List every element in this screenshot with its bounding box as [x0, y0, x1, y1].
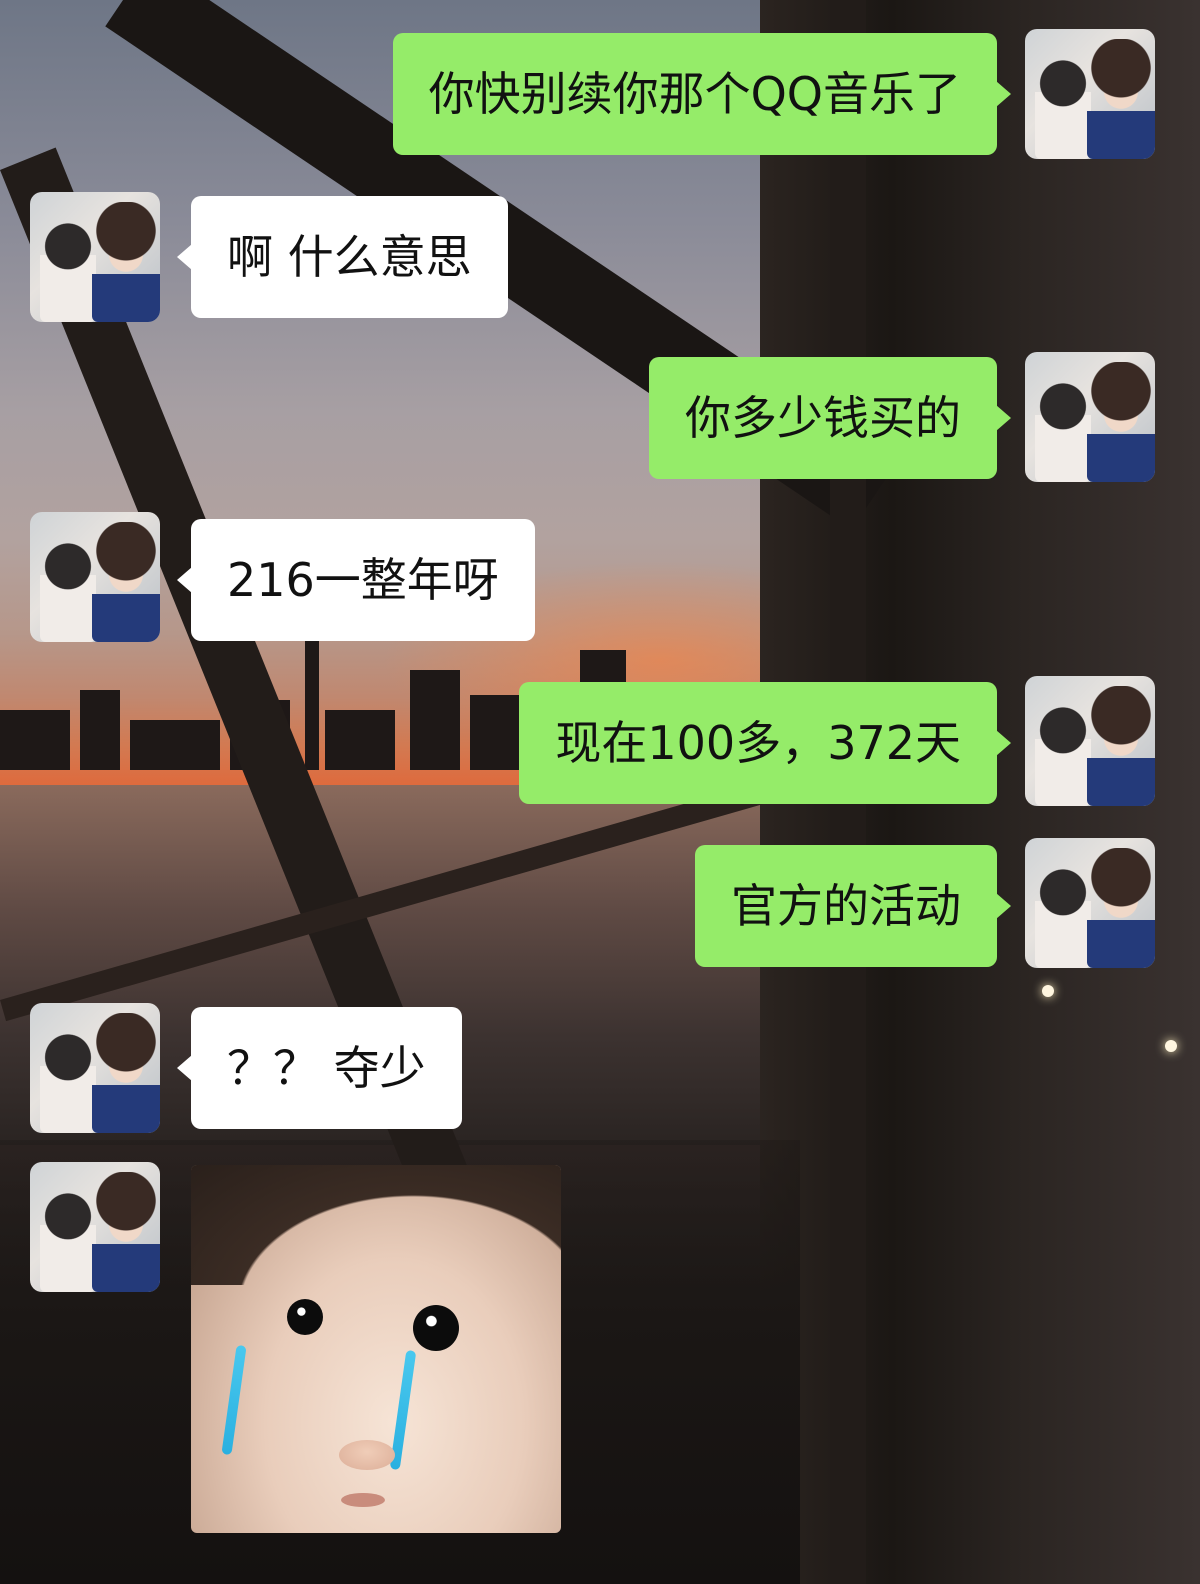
sticker-eye	[287, 1299, 323, 1335]
crying-baby-sticker[interactable]	[191, 1165, 561, 1533]
contact-avatar[interactable]	[30, 1162, 160, 1292]
my-avatar[interactable]	[1025, 676, 1155, 806]
sent-message-bubble[interactable]: 你多少钱买的	[649, 357, 1011, 479]
received-message-bubble[interactable]: 啊 什么意思	[177, 196, 508, 318]
contact-avatar[interactable]	[30, 512, 160, 642]
message-text: 你多少钱买的	[685, 391, 961, 445]
message-text: 现在100多，372天	[555, 716, 961, 770]
my-avatar[interactable]	[1025, 352, 1155, 482]
my-avatar[interactable]	[1025, 838, 1155, 968]
sent-message-bubble[interactable]: 你快别续你那个QQ音乐了	[392, 33, 1012, 155]
my-avatar[interactable]	[1025, 29, 1155, 159]
message-text: 216一整年呀	[227, 553, 499, 607]
message-text: 官方的活动	[731, 879, 961, 933]
sticker-eye	[413, 1305, 459, 1351]
message-text: 你快别续你那个QQ音乐了	[428, 67, 961, 121]
sent-message-bubble[interactable]: 官方的活动	[695, 845, 1011, 967]
tear-icon	[221, 1344, 247, 1456]
message-text: 啊 什么意思	[227, 230, 472, 284]
contact-avatar[interactable]	[30, 192, 160, 322]
contact-avatar[interactable]	[30, 1003, 160, 1133]
received-message-bubble[interactable]: 216一整年呀	[177, 519, 535, 641]
sent-message-bubble[interactable]: 现在100多，372天	[519, 682, 1011, 804]
chat-messages: 你快别续你那个QQ音乐了 啊 什么意思 你多少钱买的 216一整年呀 现在100…	[0, 0, 1200, 1584]
message-text: ？？ 夺少	[227, 1041, 426, 1095]
received-message-bubble[interactable]: ？？ 夺少	[177, 1007, 462, 1129]
